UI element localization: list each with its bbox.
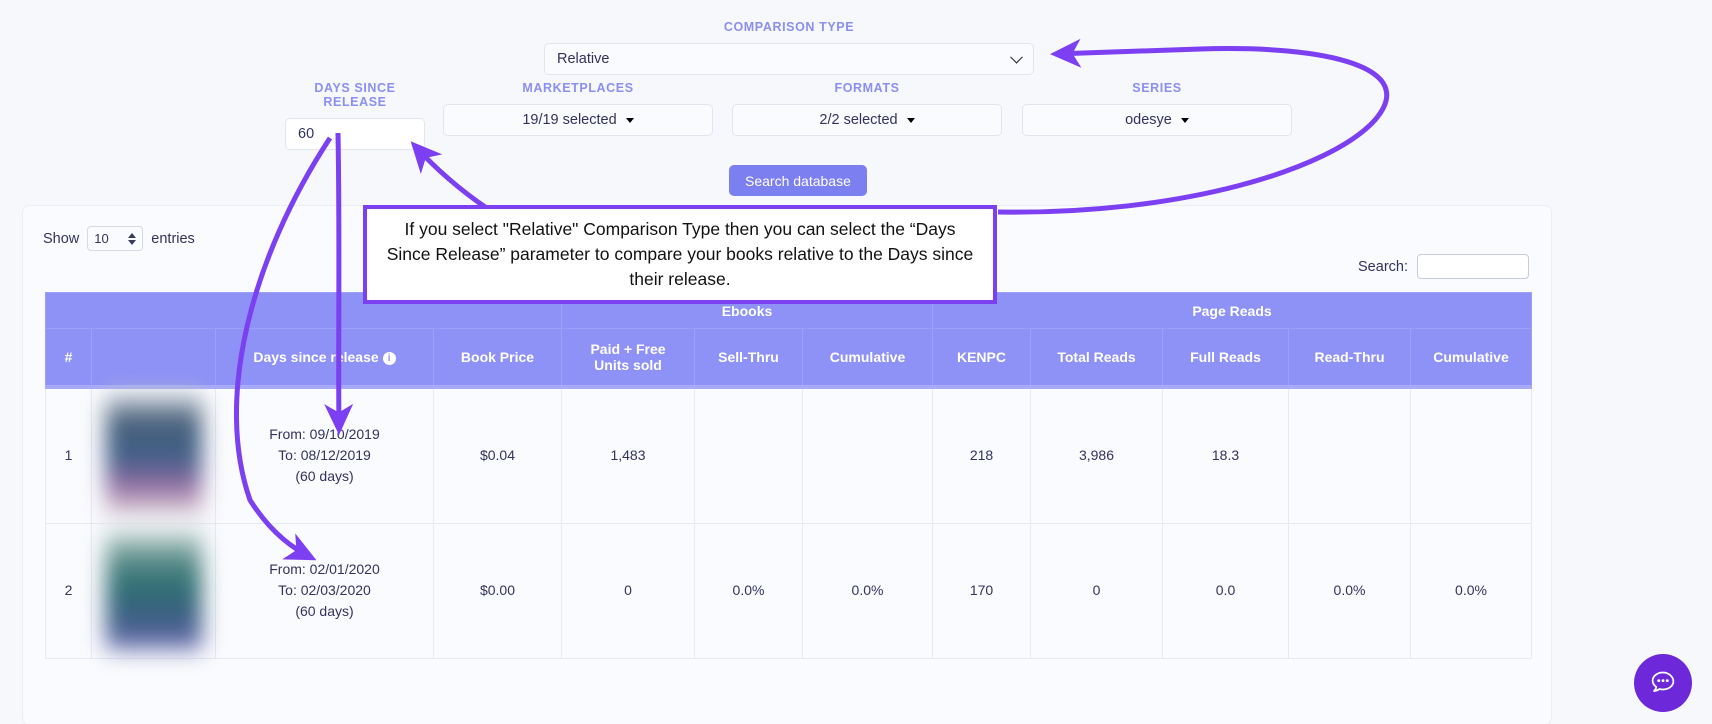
cell-kenpc: 218 <box>932 384 1031 524</box>
cell-cover <box>91 522 216 659</box>
column-cumulative-reads[interactable]: Cumulative <box>1409 328 1533 387</box>
series-dropdown[interactable]: odesye <box>1022 104 1292 136</box>
search-database-button[interactable]: Search database <box>729 165 867 196</box>
cell-book-price: $0.04 <box>433 384 562 524</box>
comparison-type-group: COMPARISON TYPE Relative <box>544 20 1034 75</box>
column-days-since-release-label: Days since release <box>253 348 379 365</box>
column-paid-free-line1: Paid + Free <box>590 340 666 357</box>
cell-book-price: $0.00 <box>433 522 562 659</box>
cell-from: From: 02/01/2020 <box>269 561 380 577</box>
marketplaces-value: 19/19 selected <box>522 112 617 128</box>
cell-total-reads: 0 <box>1030 522 1163 659</box>
cell-cumulative-ebooks: 0.0% <box>802 522 933 659</box>
annotation-callout: If you select "Relative" Comparison Type… <box>363 205 997 304</box>
table-search-control: Search: <box>1358 254 1529 279</box>
formats-group: FORMATS 2/2 selected <box>732 81 1002 136</box>
table-row[interactable]: 2 From: 02/01/2020 To: 02/03/2020 (60 da… <box>45 522 1533 659</box>
table-row[interactable]: 1 From: 09/10/2019 To: 08/12/2019 (60 da… <box>45 384 1533 524</box>
cell-days: (60 days) <box>295 603 354 619</box>
table-column-header-row: # Days since release i Book Price Paid + … <box>45 328 1533 387</box>
days-since-release-label: DAYS SINCE RELEASE <box>314 81 396 109</box>
marketplaces-label: MARKETPLACES <box>522 81 634 95</box>
chat-widget-button[interactable] <box>1634 654 1692 712</box>
cell-cumulative-reads: 0.0% <box>1409 522 1533 659</box>
series-group: SERIES odesye <box>1022 81 1292 136</box>
formats-value: 2/2 selected <box>819 112 898 128</box>
comparison-type-label: COMPARISON TYPE <box>723 20 855 34</box>
show-entries-control: Show 10 entries <box>43 226 195 251</box>
marketplaces-group: MARKETPLACES 19/19 selected <box>443 81 713 136</box>
column-kenpc[interactable]: KENPC <box>932 328 1031 387</box>
column-paid-free-units-sold[interactable]: Paid + Free Units sold <box>561 328 695 387</box>
column-full-reads[interactable]: Full Reads <box>1162 328 1289 387</box>
caret-down-icon <box>1180 117 1189 123</box>
cell-from: From: 09/10/2019 <box>269 426 380 442</box>
show-label: Show <box>43 230 80 247</box>
stepper-icon <box>128 232 137 245</box>
cell-total-reads: 3,986 <box>1030 384 1163 524</box>
comparison-type-value: Relative <box>557 51 610 67</box>
annotation-arrow-marketplaces <box>410 141 490 212</box>
column-cumulative-ebooks[interactable]: Cumulative <box>802 328 933 387</box>
column-index[interactable]: # <box>45 328 92 387</box>
comparison-type-select[interactable]: Relative <box>544 43 1034 75</box>
days-since-release-input[interactable] <box>285 118 425 150</box>
cell-days-since-release: From: 02/01/2020 To: 02/03/2020 (60 days… <box>215 522 434 659</box>
column-paid-free-line2: Units sold <box>594 356 662 373</box>
formats-dropdown[interactable]: 2/2 selected <box>732 104 1002 136</box>
cell-kenpc: 170 <box>932 522 1031 659</box>
search-input[interactable] <box>1417 254 1529 279</box>
marketplaces-dropdown[interactable]: 19/19 selected <box>443 104 713 136</box>
cell-to: To: 08/12/2019 <box>278 447 371 463</box>
formats-label: FORMATS <box>834 81 900 95</box>
cell-cumulative-ebooks <box>802 384 933 524</box>
column-sell-thru[interactable]: Sell-Thru <box>694 328 803 387</box>
column-read-thru[interactable]: Read-Thru <box>1288 328 1411 387</box>
book-cover-image <box>105 527 202 654</box>
series-value: odesye <box>1125 112 1172 128</box>
book-cover-image <box>105 392 202 519</box>
cell-sell-thru: 0.0% <box>694 522 803 659</box>
days-since-release-group: DAYS SINCE RELEASE <box>285 81 425 150</box>
results-table: Ebooks Page Reads # Days since release i … <box>45 292 1533 659</box>
cell-days: (60 days) <box>295 468 354 484</box>
cell-read-thru <box>1288 384 1411 524</box>
cell-index: 2 <box>45 522 92 659</box>
cell-read-thru: 0.0% <box>1288 522 1411 659</box>
series-label: SERIES <box>1132 81 1182 95</box>
chat-bubble-icon <box>1651 671 1675 692</box>
info-icon[interactable]: i <box>382 351 396 365</box>
cell-full-reads: 18.3 <box>1162 384 1289 524</box>
annotation-callout-text: If you select "Relative" Comparison Type… <box>386 219 974 289</box>
search-label: Search: <box>1358 258 1408 275</box>
column-book-price[interactable]: Book Price <box>433 328 562 387</box>
cell-to: To: 02/03/2020 <box>278 582 371 598</box>
caret-down-icon <box>625 117 634 123</box>
cell-full-reads: 0.0 <box>1162 522 1289 659</box>
column-days-since-release[interactable]: Days since release i <box>215 328 434 387</box>
cell-cover <box>91 384 216 524</box>
cell-sell-thru <box>694 384 803 524</box>
chevron-down-icon <box>1010 50 1023 64</box>
column-cover[interactable] <box>91 328 216 387</box>
column-total-reads[interactable]: Total Reads <box>1030 328 1163 387</box>
entries-per-page-value: 10 <box>94 231 109 246</box>
caret-down-icon <box>906 117 915 123</box>
entries-label: entries <box>151 230 195 247</box>
cell-index: 1 <box>45 384 92 524</box>
cell-paid-free-units: 0 <box>561 522 695 659</box>
entries-per-page-select[interactable]: 10 <box>87 226 144 251</box>
cell-days-since-release: From: 09/10/2019 To: 08/12/2019 (60 days… <box>215 384 434 524</box>
cell-cumulative-reads <box>1409 384 1533 524</box>
cell-paid-free-units: 1,483 <box>561 384 695 524</box>
group-header-page-reads: Page Reads <box>931 292 1533 329</box>
